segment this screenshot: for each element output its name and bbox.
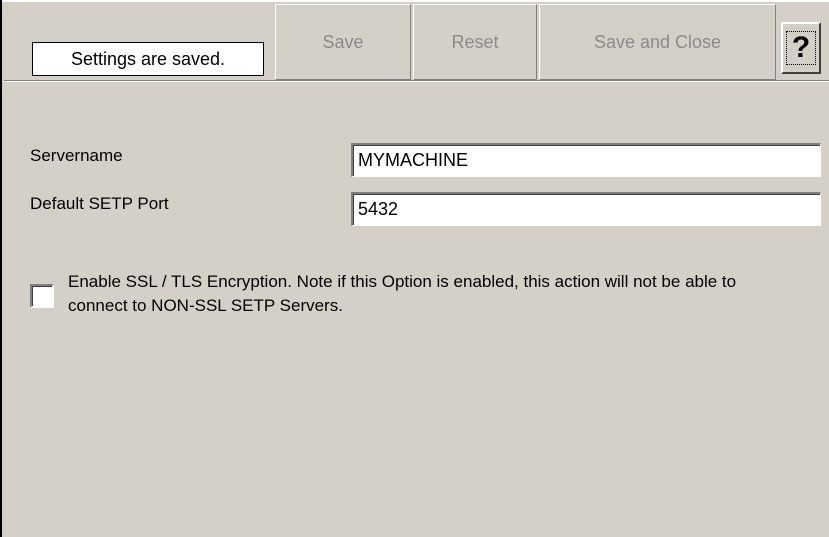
help-icon: ? <box>785 31 817 65</box>
toolbar-separator <box>4 80 829 82</box>
reset-button[interactable]: Reset <box>413 4 537 80</box>
status-message: Settings are saved. <box>32 42 264 76</box>
port-input[interactable] <box>351 192 821 226</box>
save-and-close-button[interactable]: Save and Close <box>539 4 776 80</box>
window-top-edge <box>2 0 829 2</box>
settings-window: Settings are saved. Save Reset Save and … <box>0 0 829 537</box>
ssl-checkbox-label[interactable]: Enable SSL / TLS Encryption. Note if thi… <box>68 270 798 318</box>
help-button[interactable]: ? <box>781 22 821 74</box>
save-button[interactable]: Save <box>275 4 411 80</box>
servername-input[interactable] <box>351 143 821 177</box>
port-label: Default SETP Port <box>30 194 169 213</box>
servername-label: Servername <box>30 146 123 165</box>
ssl-checkbox[interactable] <box>30 284 54 308</box>
